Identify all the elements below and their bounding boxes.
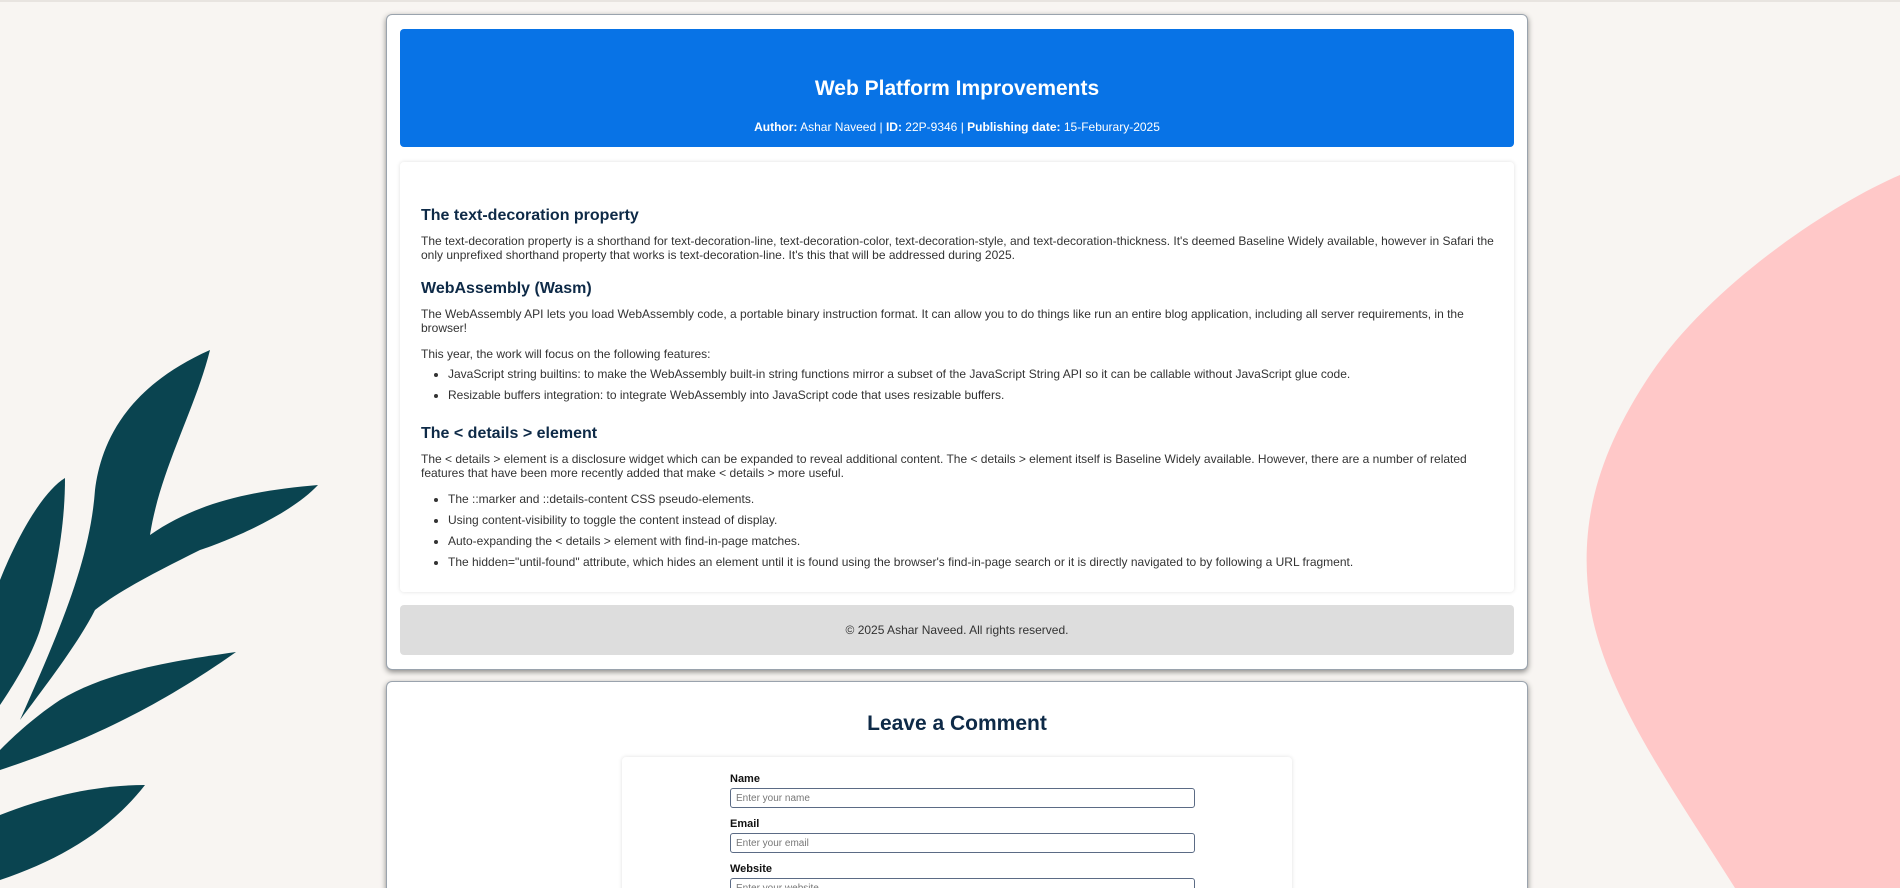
- author-label: Author:: [754, 120, 798, 134]
- feature-list: JavaScript string builtins: to make the …: [421, 367, 1494, 402]
- author-name: Ashar Naveed: [800, 120, 877, 134]
- comment-title: Leave a Comment: [867, 712, 1047, 735]
- comment-form: Name Email Website: [622, 757, 1292, 888]
- date-label: Publishing date:: [967, 120, 1061, 134]
- list-item: Auto-expanding the < details > element w…: [448, 534, 1494, 548]
- article-card: Web Platform Improvements Author: Ashar …: [386, 14, 1528, 670]
- feature-list: The ::marker and ::details-content CSS p…: [421, 492, 1494, 569]
- meta-separator: |: [879, 120, 883, 134]
- website-input[interactable]: [730, 878, 1195, 888]
- comment-card: Leave a Comment Name Email Website: [386, 681, 1528, 888]
- section-heading: WebAssembly (Wasm): [421, 280, 592, 297]
- email-input[interactable]: [730, 833, 1195, 853]
- top-divider: [0, 0, 1900, 2]
- article-content: The text-decoration property The text-de…: [400, 162, 1514, 592]
- article-header: Web Platform Improvements Author: Ashar …: [400, 29, 1514, 147]
- name-input[interactable]: [730, 788, 1195, 808]
- leaf-illustration: [0, 350, 318, 880]
- website-label: Website: [730, 863, 772, 875]
- list-item: Resizable buffers integration: to integr…: [448, 388, 1494, 402]
- section-paragraph: The WebAssembly API lets you load WebAss…: [421, 307, 1464, 335]
- pink-blob: [1586, 175, 1900, 888]
- id-label: ID:: [885, 120, 902, 134]
- article-footer: © 2025 Ashar Naveed. All rights reserved…: [400, 605, 1514, 655]
- article-meta: Author: Ashar Naveed | ID: 22P-9346 | Pu…: [400, 120, 1514, 134]
- section-paragraph: The < details > element is a disclosure …: [421, 452, 1467, 480]
- section-paragraph: The text-decoration property is a shorth…: [421, 234, 1494, 262]
- name-label: Name: [730, 773, 760, 785]
- page-title: Web Platform Improvements: [814, 77, 1100, 100]
- list-item: The ::marker and ::details-content CSS p…: [448, 492, 1494, 506]
- meta-separator: |: [960, 120, 964, 134]
- list-item: JavaScript string builtins: to make the …: [448, 367, 1494, 381]
- date-value: 15-Feburary-2025: [1063, 120, 1160, 134]
- section-heading: The < details > element: [421, 425, 598, 442]
- list-item: Using content-visibility to toggle the c…: [448, 513, 1494, 527]
- id-value: 22P-9346: [905, 120, 958, 134]
- section-paragraph: This year, the work will focus on the fo…: [421, 347, 711, 361]
- section-heading: The text-decoration property: [421, 207, 639, 224]
- email-label: Email: [730, 818, 760, 830]
- list-item: The hidden="until-found" attribute, whic…: [448, 555, 1494, 569]
